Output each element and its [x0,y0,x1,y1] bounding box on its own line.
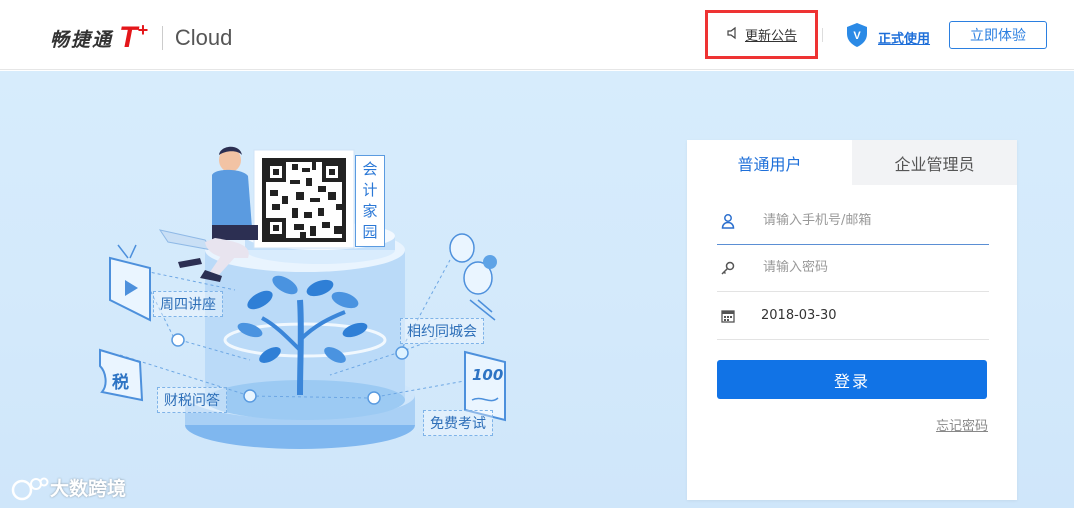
forgot-password-link[interactable]: 忘记密码 [936,415,988,434]
account-field [717,197,989,245]
svg-text:V: V [853,30,861,42]
account-input[interactable] [763,213,983,228]
update-notice-label: 更新公告 [744,29,797,44]
password-input[interactable] [763,260,983,275]
logo-cloud-text: Cloud [174,25,233,50]
user-icon [717,213,739,229]
password-field [717,244,989,292]
v-shield-icon: V [845,22,869,52]
login-tabs: 普通用户 企业管理员 [687,140,1017,185]
logo-t-mark: T+ [119,20,148,54]
update-notice-link[interactable]: 更新公告 [705,10,818,59]
logo-chinese-text: 畅捷通 [50,28,114,51]
logo-divider [161,26,163,50]
date-field: 2018-03-30 [717,292,989,340]
tab-enterprise-admin[interactable]: 企业管理员 [852,140,1017,185]
key-icon [717,260,739,276]
header-divider [822,28,823,42]
speaker-icon [726,26,740,44]
try-now-button[interactable]: 立即体验 [949,21,1047,49]
top-header: 畅捷通 T+ Cloud 更新公告 V 正式使用 立即体验 [0,0,1074,70]
login-panel: 普通用户 企业管理员 2018-03-30 登录 忘记密码 [687,140,1017,500]
formal-use-link[interactable]: V 正式使用 [845,22,930,52]
calendar-icon [717,309,739,323]
formal-use-label: 正式使用 [878,31,931,47]
tab-regular-user[interactable]: 普通用户 [687,140,852,185]
date-value[interactable]: 2018-03-30 [761,308,981,323]
login-button[interactable]: 登录 [717,360,987,399]
brand-logo[interactable]: 畅捷通 T+ Cloud [50,20,232,56]
watermark: 大数跨境 [12,474,126,501]
watermark-text: 大数跨境 [50,478,127,500]
